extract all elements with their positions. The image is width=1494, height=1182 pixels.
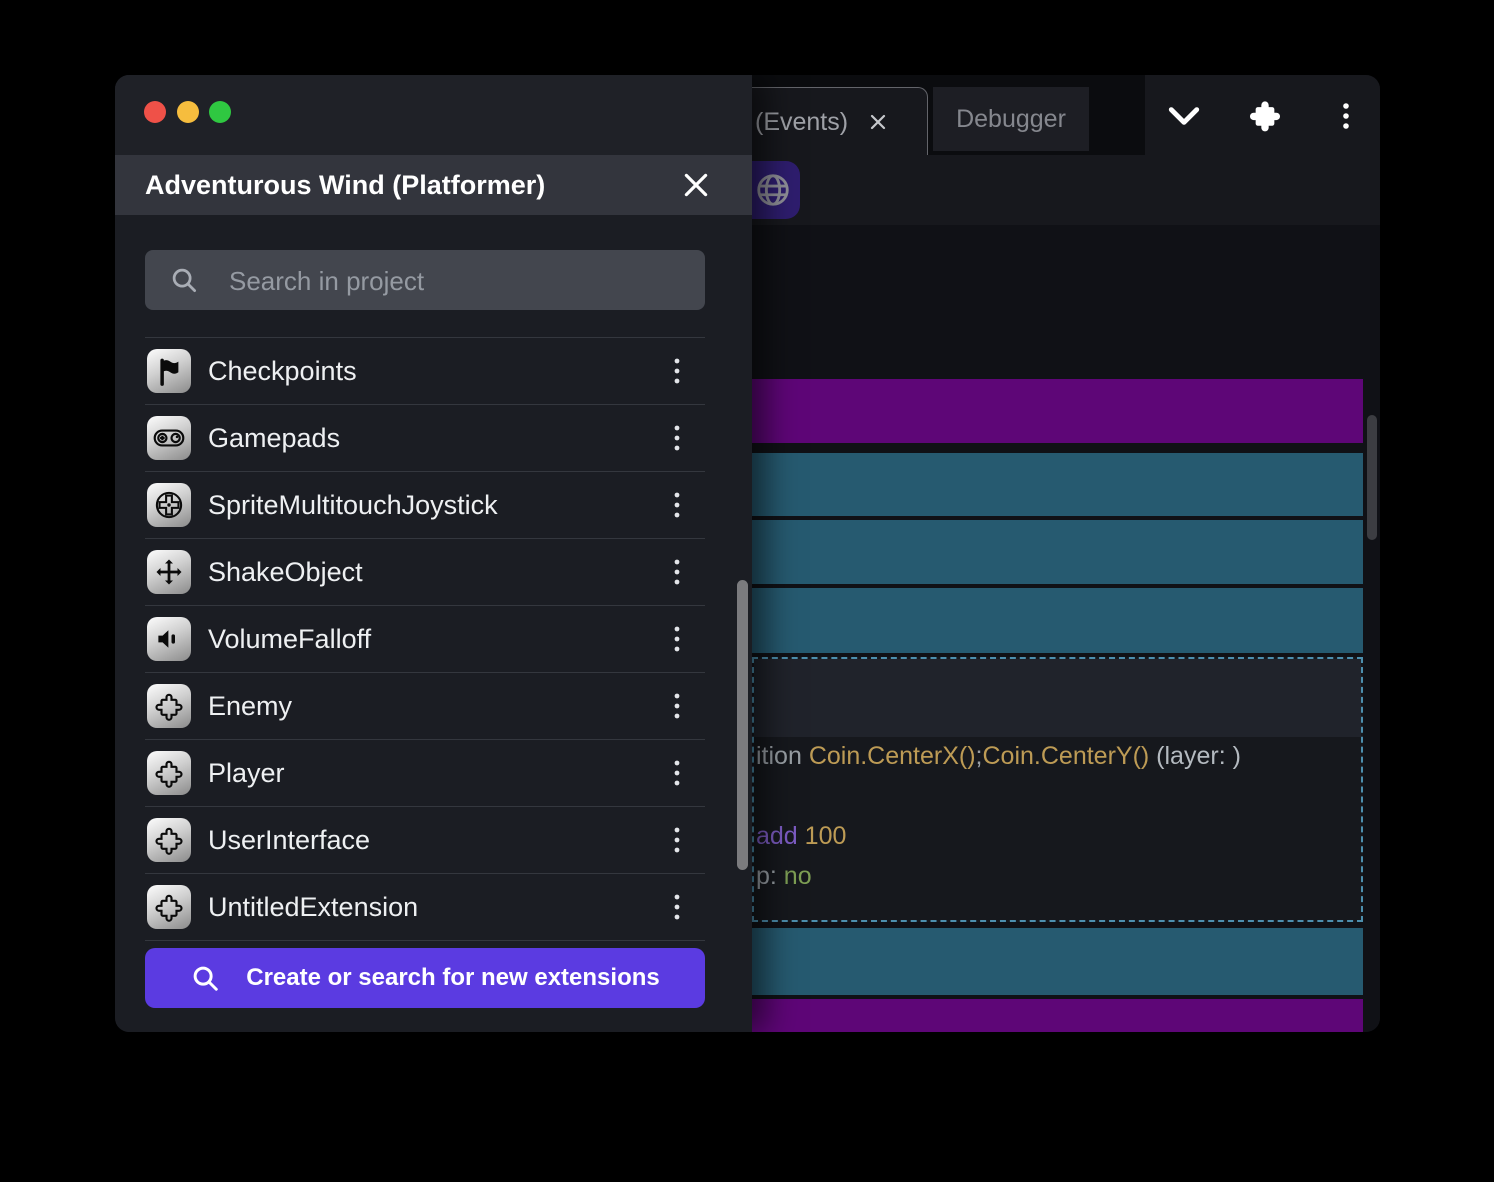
tab-events-label: (Events) xyxy=(755,107,849,136)
code-keyword: add xyxy=(756,822,805,850)
list-item-checkpoints[interactable]: Checkpoints xyxy=(145,337,705,404)
search-icon xyxy=(190,963,220,993)
window-controls-strip xyxy=(1145,75,1380,155)
puzzle-icon xyxy=(147,751,191,795)
tab-debugger-label: Debugger xyxy=(956,104,1066,133)
panel-close-button[interactable] xyxy=(680,169,712,201)
code-text: p: xyxy=(756,862,784,890)
list-item-label: Player xyxy=(208,758,285,788)
event-action-line: ition Coin.CenterX();Coin.CenterY() (lay… xyxy=(756,740,1241,772)
code-text: ; xyxy=(975,742,983,770)
code-expression: Coin.CenterX() xyxy=(808,742,976,770)
item-menu-button[interactable] xyxy=(669,491,685,519)
more-vertical-icon[interactable] xyxy=(1340,102,1352,135)
item-menu-button[interactable] xyxy=(669,357,685,385)
flag-icon xyxy=(147,349,191,393)
events-scrollbar[interactable] xyxy=(1367,415,1377,540)
event-row-teal[interactable] xyxy=(752,453,1363,516)
gamepad-icon xyxy=(147,416,191,460)
panel-scrollbar[interactable] xyxy=(737,580,748,870)
list-item-label: UntitledExtension xyxy=(208,892,419,922)
create-extension-label: Create or search for new extensions xyxy=(246,964,660,991)
item-menu-button[interactable] xyxy=(669,625,685,653)
list-item-shakeobject[interactable]: ShakeObject xyxy=(145,538,705,605)
puzzle-icon xyxy=(147,684,191,728)
event-row-teal[interactable] xyxy=(752,588,1363,653)
event-row-teal[interactable] xyxy=(752,520,1363,584)
item-menu-button[interactable] xyxy=(669,424,685,452)
event-row-purple[interactable] xyxy=(752,379,1363,443)
list-item-volumefalloff[interactable]: VolumeFalloff xyxy=(145,605,705,672)
list-item-untitledextension[interactable]: UntitledExtension xyxy=(145,873,705,941)
search-icon xyxy=(169,265,199,300)
extensions-puzzle-icon[interactable] xyxy=(1248,98,1282,137)
create-extension-button[interactable]: Create or search for new extensions xyxy=(145,948,705,1008)
events-sheet: ition Coin.CenterX();Coin.CenterY() (lay… xyxy=(752,225,1380,1032)
event-action-line: add 100 xyxy=(756,820,846,852)
joystick-icon xyxy=(147,483,191,527)
list-item-label: Checkpoints xyxy=(208,356,357,386)
tab-bar: (Events) Debugger xyxy=(752,75,1380,156)
events-editor-region: (Events) Debugger ition Coin.CenterX();C… xyxy=(700,75,1380,1032)
events-toolbar xyxy=(700,155,1380,299)
traffic-minimize-button[interactable] xyxy=(177,101,199,123)
code-expression: Coin.CenterY() xyxy=(982,742,1150,770)
tab-events[interactable]: (Events) xyxy=(752,87,928,156)
globe-icon xyxy=(754,171,792,214)
puzzle-icon xyxy=(147,818,191,862)
chevron-down-icon[interactable] xyxy=(1167,106,1201,131)
tab-close-icon[interactable] xyxy=(866,110,890,134)
code-text: (layer: ) xyxy=(1149,742,1241,770)
traffic-close-button[interactable] xyxy=(144,101,166,123)
selected-event-block[interactable]: ition Coin.CenterX();Coin.CenterY() (lay… xyxy=(752,657,1363,922)
code-value: no xyxy=(783,862,812,890)
list-item-label: Enemy xyxy=(208,691,293,721)
app-window: (Events) Debugger ition Coin.CenterX();C… xyxy=(115,75,1380,1032)
list-item-player[interactable]: Player xyxy=(145,739,705,806)
puzzle-icon xyxy=(147,885,191,929)
item-menu-button[interactable] xyxy=(669,759,685,787)
item-menu-button[interactable] xyxy=(669,692,685,720)
list-item-label: SpriteMultitouchJoystick xyxy=(208,490,498,520)
item-menu-button[interactable] xyxy=(669,893,685,921)
item-menu-button[interactable] xyxy=(669,826,685,854)
project-search-field[interactable] xyxy=(145,250,705,312)
code-value: 100 xyxy=(804,822,847,850)
list-item-spritemultitouchjoystick[interactable]: SpriteMultitouchJoystick xyxy=(145,471,705,538)
list-item-label: VolumeFalloff xyxy=(208,624,372,654)
extensions-list: Checkpoints Gamepads SpriteMultitouchJoy… xyxy=(145,337,705,941)
move-arrows-icon xyxy=(147,550,191,594)
list-item-enemy[interactable]: Enemy xyxy=(145,672,705,739)
list-item-label: Gamepads xyxy=(208,423,341,453)
list-item-userinterface[interactable]: UserInterface xyxy=(145,806,705,873)
project-title: Adventurous Wind (Platformer) xyxy=(145,170,546,200)
tab-debugger[interactable]: Debugger xyxy=(933,87,1089,151)
list-item-gamepads[interactable]: Gamepads xyxy=(145,404,705,471)
speaker-icon xyxy=(147,617,191,661)
panel-header: Adventurous Wind (Platformer) xyxy=(115,155,752,215)
item-menu-button[interactable] xyxy=(669,558,685,586)
event-conditions-zone[interactable] xyxy=(754,659,1361,737)
traffic-zoom-button[interactable] xyxy=(209,101,231,123)
window-titlebar xyxy=(115,75,752,155)
event-row-teal[interactable] xyxy=(752,928,1363,995)
code-text: ition xyxy=(756,742,809,770)
list-item-label: UserInterface xyxy=(208,825,371,855)
event-action-line: p: no xyxy=(756,860,812,892)
project-manager-panel: Adventurous Wind (Platformer) Checkpoint… xyxy=(115,75,752,1032)
event-row-purple[interactable] xyxy=(752,999,1363,1032)
search-input[interactable] xyxy=(227,250,691,312)
list-item-label: ShakeObject xyxy=(208,557,363,587)
